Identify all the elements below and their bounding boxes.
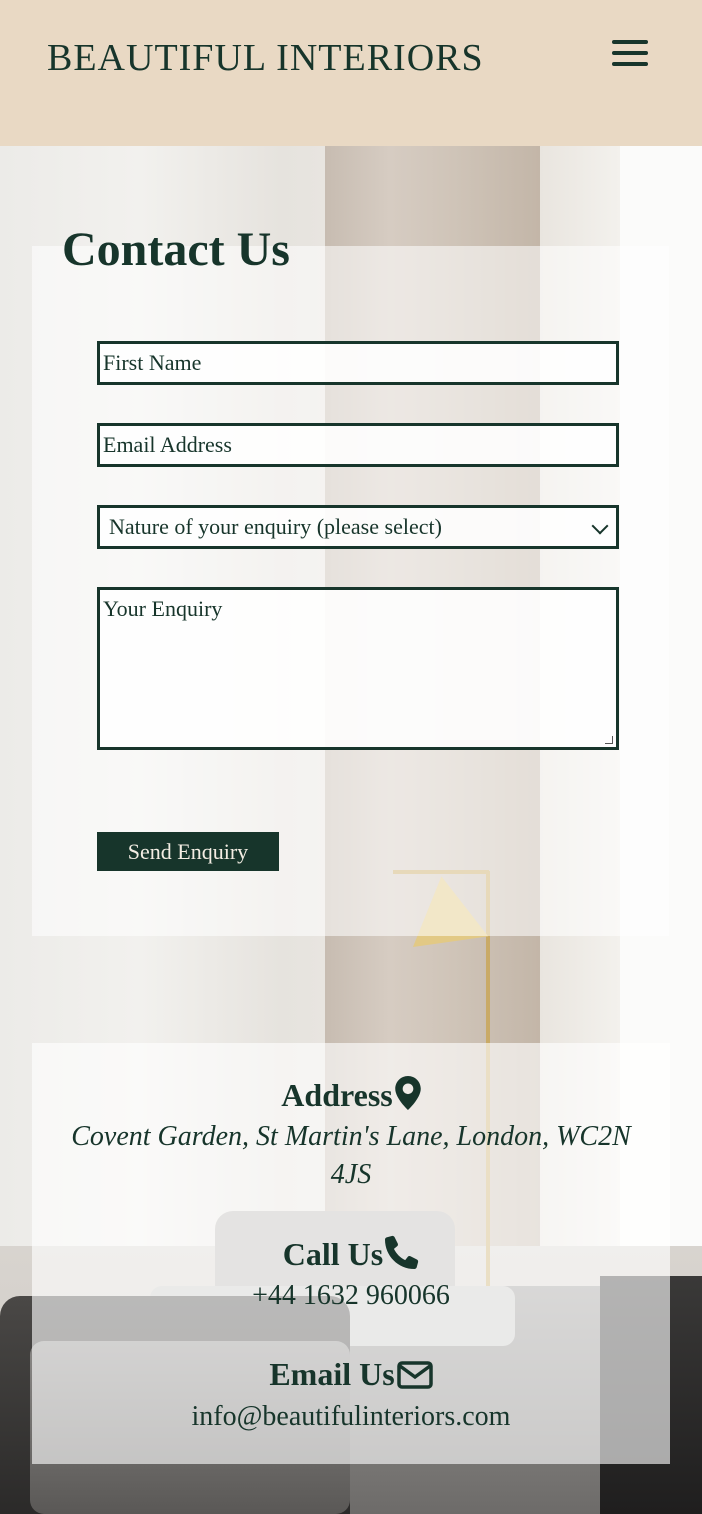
envelope-icon (396, 1361, 433, 1389)
call-heading-label: Call Us (282, 1236, 384, 1272)
page-title: Contact Us (62, 223, 290, 276)
site-header: BEAUTIFUL INTERIORS (0, 0, 702, 146)
first-name-field[interactable]: First Name (97, 341, 619, 385)
call-heading: Call Us (0, 1235, 702, 1273)
send-enquiry-button[interactable]: Send Enquiry (97, 832, 279, 871)
address-heading-label: Address (281, 1077, 393, 1113)
enquiry-type-value: Nature of your enquiry (please select) (109, 514, 442, 539)
enquiry-placeholder: Your Enquiry (103, 596, 223, 621)
email-address[interactable]: info@beautifulinteriors.com (60, 1398, 642, 1436)
chevron-down-icon (591, 517, 609, 535)
resize-handle-icon[interactable] (605, 736, 613, 744)
hamburger-menu-icon[interactable] (612, 40, 648, 72)
map-pin-icon (394, 1076, 421, 1110)
enquiry-type-select[interactable]: Nature of your enquiry (please select) (97, 505, 619, 549)
first-name-placeholder: First Name (103, 350, 202, 375)
email-placeholder: Email Address (103, 432, 232, 457)
address-heading: Address (0, 1076, 702, 1114)
phone-icon (385, 1235, 419, 1269)
phone-number[interactable]: +44 1632 960066 (60, 1277, 642, 1315)
email-field[interactable]: Email Address (97, 423, 619, 467)
email-heading-label: Email Us (269, 1356, 395, 1392)
enquiry-textarea[interactable]: Your Enquiry (97, 587, 619, 750)
brand-logo[interactable]: BEAUTIFUL INTERIORS (47, 36, 484, 80)
address-text: Covent Garden, St Martin's Lane, London,… (71, 1121, 631, 1190)
email-heading: Email Us (0, 1356, 702, 1393)
